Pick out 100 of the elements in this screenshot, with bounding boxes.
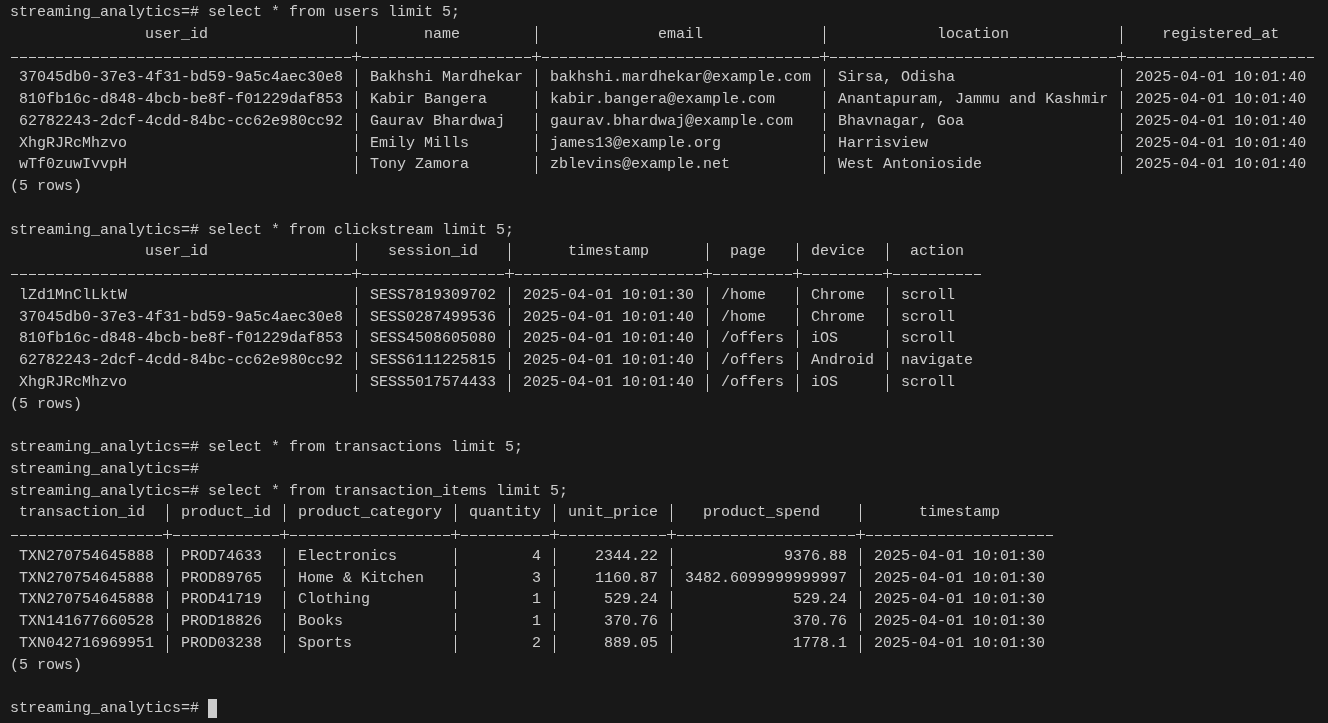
table-cell-text: 2025-04-01 10:01:30 [873, 633, 1047, 654]
table-cell-text: PROD41719 [180, 590, 264, 611]
table-cell-text: 62782243-2dcf-4cdd-84bc-cc62e980cc92 [18, 351, 345, 371]
table-cell-text: 810fb16c-d848-4bcb-be8f-f01229daf853 [18, 90, 345, 110]
table-cell-text: iOS [810, 329, 840, 350]
column-header: location [936, 24, 1011, 45]
table-cell-text: PROD74633 [180, 546, 264, 567]
table-cell-text: 2025-04-01 10:01:30 [522, 285, 696, 306]
table-cell-text: scroll [900, 372, 957, 393]
table-cell-text: Clothing [297, 590, 372, 611]
prompt-text: streaming_analytics=# [10, 3, 200, 23]
column-header: quantity [468, 503, 543, 524]
table-cell-text: 4 [531, 546, 543, 567]
table-cell-text: PROD18826 [180, 612, 264, 632]
table-cell-text: /home [720, 285, 768, 306]
table-cell-text: XhgRJRcMhzvo [18, 372, 129, 393]
table-cell-text: Bhavnagar, Goa [837, 111, 966, 132]
table-cell-text: XhgRJRcMhzvo [18, 133, 129, 154]
table-cell-text: 529.24 [603, 590, 660, 611]
table-cell-text: 1 [531, 590, 543, 611]
table-cell-text: TXN141677660528 [18, 612, 156, 632]
table-cell-text: 889.05 [603, 633, 660, 654]
column-header: device [810, 242, 867, 263]
table-cell-text: 2025-04-01 10:01:30 [873, 612, 1047, 632]
table-cell-text: gaurav.bhardwaj@example.com [549, 111, 795, 132]
table-cell-text: PROD03238 [180, 633, 264, 654]
table-cell-text: wTf0zuwIvvpH [18, 155, 129, 176]
table-cell-text: Tony Zamora [369, 155, 471, 176]
table-cell-text: SESS6111225815 [369, 351, 498, 371]
table-cell-text: scroll [900, 285, 957, 306]
table-cell-text: zblevins@example.net [549, 155, 732, 176]
table-cell-text: 37045db0-37e3-4f31-bd59-9a5c4aec30e8 [18, 307, 345, 328]
table-cell-text: TXN042716969951 [18, 633, 156, 654]
table-cell-text: Kabir Bangera [369, 90, 489, 110]
table-cell-text: TXN270754645888 [18, 568, 156, 589]
table-cell-text: 2344.22 [594, 546, 660, 567]
table-cell-text: 2025-04-01 10:01:40 [1134, 155, 1308, 176]
table-cell-text: 2025-04-01 10:01:40 [1134, 90, 1308, 110]
column-header: product_category [297, 503, 444, 524]
table-cell-text: 370.76 [792, 612, 849, 632]
table-cell-text: 529.24 [792, 590, 849, 611]
table-cell-text: 2025-04-01 10:01:40 [1134, 68, 1308, 89]
column-header: timestamp [918, 503, 1002, 524]
column-header: timestamp [567, 242, 651, 263]
table-cell-text: SESS7819309702 [369, 285, 498, 306]
table-cell-text: Harrisview [837, 133, 930, 154]
table-cell-text: 1778.1 [792, 633, 849, 654]
row-count-text: (5 rows) [10, 655, 82, 676]
table-cell-text: Bakhshi Mardhekar [369, 68, 525, 89]
table-cell-text: 2025-04-01 10:01:30 [873, 568, 1047, 589]
table-cell-text: kabir.bangera@example.com [549, 90, 777, 110]
column-header: user_id [144, 242, 210, 263]
table-cell-text: /home [720, 307, 768, 328]
table-cell-text: 2025-04-01 10:01:40 [522, 307, 696, 328]
column-header: page [729, 242, 768, 263]
column-header: action [909, 242, 966, 263]
table-cell-text: Chrome [810, 285, 867, 306]
table-cell-text: lZd1MnClLktW [18, 285, 129, 306]
table-cell-text: 37045db0-37e3-4f31-bd59-9a5c4aec30e8 [18, 68, 345, 89]
table-cell-text: Emily Mills [369, 133, 471, 154]
table-cell-text: 370.76 [603, 612, 660, 632]
table-cell-text: 1160.87 [594, 568, 660, 589]
table-cell-text: scroll [900, 307, 957, 328]
table-cell-text: 1 [531, 612, 543, 632]
table-cell-text: 3 [531, 568, 543, 589]
table-cell-text: 810fb16c-d848-4bcb-be8f-f01229daf853 [18, 329, 345, 350]
table-cell-text: navigate [900, 351, 975, 371]
table-cell-text: james13@example.org [549, 133, 723, 154]
table-cell-text: /offers [720, 372, 786, 393]
column-header: session_id [387, 242, 480, 263]
table-cell-text: 2025-04-01 10:01:40 [1134, 111, 1308, 132]
row-count-text: (5 rows) [10, 394, 82, 415]
command-text: select * from transaction_items limit 5; [208, 481, 569, 502]
column-header: email [657, 24, 705, 45]
column-header: registered_at [1161, 24, 1281, 45]
table-cell-text: 2 [531, 633, 543, 654]
column-header: user_id [144, 24, 210, 45]
table-cell-text: West Antonioside [837, 155, 984, 176]
table-cell-text: 2025-04-01 10:01:40 [522, 372, 696, 393]
table-cell-text: 9376.88 [783, 546, 849, 567]
table-cell-text: /offers [720, 351, 786, 371]
table-cell-text: Books [297, 612, 345, 632]
table-cell-text: Gaurav Bhardwaj [369, 111, 507, 132]
table-cell-text: 3482.6099999999997 [684, 568, 849, 589]
prompt-text: streaming_analytics=# [10, 220, 200, 241]
column-header: transaction_id [18, 503, 147, 524]
table-cell-text: bakhshi.mardhekar@example.com [549, 68, 813, 89]
table-cell-text: Chrome [810, 307, 867, 328]
table-cell-text: Anantapuram, Jammu and Kashmir [837, 90, 1110, 110]
table-cell-text: PROD89765 [180, 568, 264, 589]
table-cell-text: 2025-04-01 10:01:30 [873, 590, 1047, 611]
prompt-text: streaming_analytics=# [10, 438, 200, 458]
prompt-text: streaming_analytics=# [10, 459, 200, 480]
column-header: product_spend [702, 503, 822, 524]
table-cell-text: SESS4508605080 [369, 329, 498, 350]
table-cell-text: 2025-04-01 10:01:40 [522, 351, 696, 371]
table-cell-text: 2025-04-01 10:01:40 [1134, 133, 1308, 154]
column-header: name [423, 24, 462, 45]
table-cell-text: 2025-04-01 10:01:30 [873, 546, 1047, 567]
table-cell-text: 2025-04-01 10:01:40 [522, 329, 696, 350]
